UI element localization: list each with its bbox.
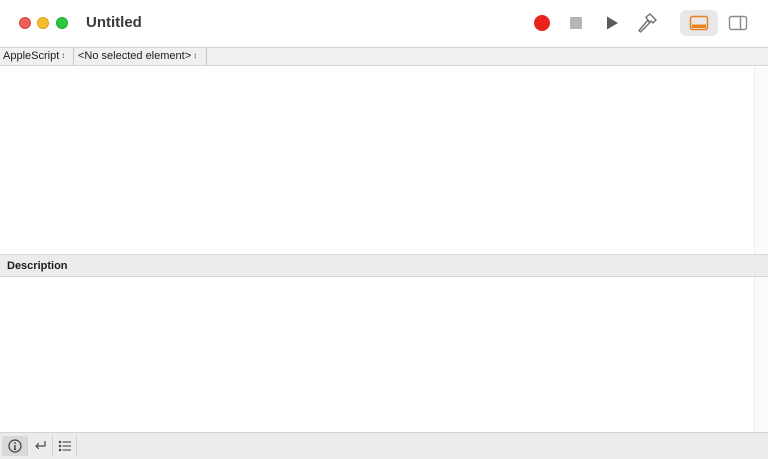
language-popup[interactable]: AppleScript ↕	[0, 48, 74, 65]
record-button[interactable]	[530, 12, 554, 34]
element-label: <No selected element>	[78, 50, 192, 62]
compile-button[interactable]	[635, 12, 659, 34]
minimize-window-button[interactable]	[37, 17, 49, 29]
record-icon	[534, 15, 550, 31]
element-popup[interactable]: <No selected element> ↕	[75, 48, 207, 65]
close-window-button[interactable]	[19, 17, 31, 29]
bottom-bar	[0, 432, 768, 459]
run-icon	[607, 16, 618, 30]
language-label: AppleScript	[3, 50, 60, 62]
script-editor[interactable]	[0, 67, 768, 254]
zoom-window-button[interactable]	[56, 17, 68, 29]
toggle-bottom-pane-button[interactable]	[680, 10, 718, 36]
show-result-button[interactable]	[27, 436, 52, 456]
description-editor[interactable]	[0, 277, 768, 432]
stop-icon	[570, 17, 582, 29]
toggle-sidebar-button[interactable]	[726, 12, 750, 34]
sidebar-icon	[728, 15, 748, 31]
list-icon	[58, 440, 71, 452]
updown-chevron-icon: ↕	[61, 51, 66, 60]
run-button[interactable]	[600, 12, 624, 34]
title-bar: Untitled	[0, 0, 768, 48]
navigation-bar: AppleScript ↕ <No selected element> ↕	[0, 48, 768, 66]
updown-chevron-icon: ↕	[193, 51, 198, 60]
bottom-pane-icon	[689, 15, 709, 31]
description-scrollbar[interactable]	[754, 277, 768, 432]
show-description-button[interactable]	[2, 436, 27, 456]
window-title: Untitled	[86, 14, 142, 31]
description-title: Description	[7, 260, 68, 272]
stop-button[interactable]	[564, 12, 588, 34]
return-icon	[35, 440, 46, 450]
info-icon	[7, 439, 22, 453]
editor-scrollbar[interactable]	[754, 67, 768, 254]
hammer-icon	[638, 13, 657, 33]
show-log-button[interactable]	[52, 436, 77, 456]
description-header: Description	[0, 254, 768, 277]
